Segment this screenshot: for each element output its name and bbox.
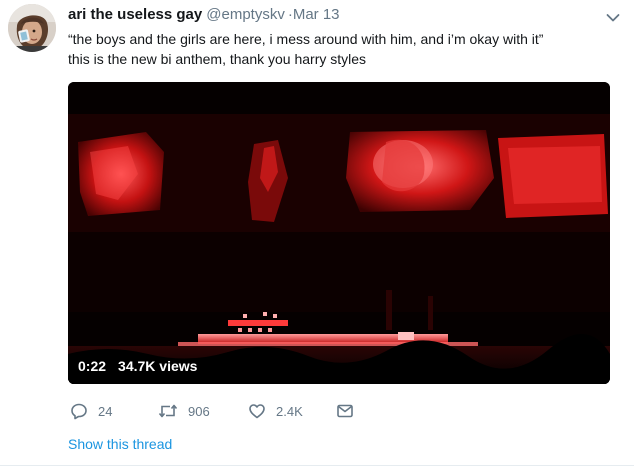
- tweet-text-line-2: this is the new bi anthem, thank you har…: [68, 51, 367, 67]
- retweet-count: 906: [188, 403, 210, 419]
- tweet-text-line-1: “the boys and the girls are here, i mess…: [68, 31, 544, 47]
- heart-icon: [249, 404, 265, 419]
- show-thread-link[interactable]: Show this thread: [68, 436, 172, 452]
- avatar-photo: [8, 4, 56, 52]
- direct-message-button[interactable]: [336, 402, 354, 420]
- tweet-text: “the boys and the girls are here, i mess…: [68, 29, 614, 69]
- reply-icon: [71, 403, 87, 420]
- tweet-card[interactable]: ari the useless gay @emptyskv · Mar 13 “…: [0, 0, 634, 466]
- like-count: 2.4K: [276, 403, 303, 419]
- tweet-header: ari the useless gay @emptyskv · Mar 13: [68, 6, 340, 26]
- video-player[interactable]: [68, 82, 610, 384]
- avatar[interactable]: [8, 4, 56, 52]
- caret-down-icon[interactable]: [606, 10, 620, 22]
- tweet-actions: 24 906 2.4K: [70, 400, 354, 422]
- user-handle[interactable]: @emptyskv: [206, 6, 285, 23]
- video-frame: [68, 82, 610, 384]
- like-button[interactable]: 2.4K: [248, 402, 336, 420]
- retweet-icon: [158, 404, 178, 418]
- video-duration: 0:22: [78, 358, 107, 374]
- retweet-button[interactable]: 906: [158, 402, 248, 420]
- direct-message-icon: [337, 404, 353, 418]
- video-overlay: 0:22 34.7K views: [78, 355, 197, 377]
- display-name[interactable]: ari the useless gay: [68, 6, 202, 23]
- reply-count: 24: [98, 403, 113, 419]
- timestamp[interactable]: Mar 13: [293, 6, 340, 23]
- reply-button[interactable]: 24: [70, 402, 158, 420]
- video-views: 34.7K views: [118, 358, 198, 374]
